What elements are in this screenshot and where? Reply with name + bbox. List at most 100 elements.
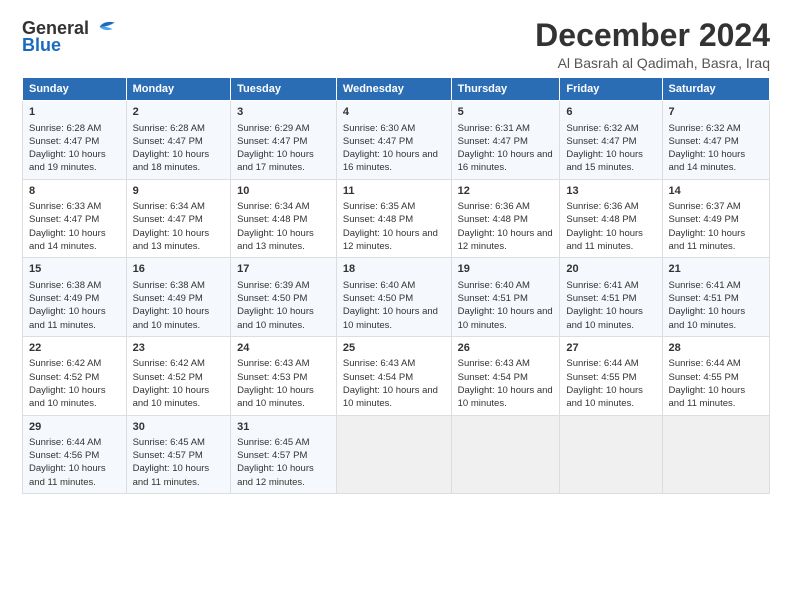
calendar-cell [560, 415, 662, 494]
sunrise-text: Sunrise: 6:42 AM [29, 358, 101, 369]
sunset-text: Sunset: 4:52 PM [133, 372, 203, 383]
sunrise-text: Sunrise: 6:34 AM [133, 201, 205, 212]
daylight-label: Daylight: 10 hours and 11 minutes. [669, 228, 746, 252]
sunrise-text: Sunrise: 6:28 AM [29, 123, 101, 134]
sunrise-text: Sunrise: 6:38 AM [29, 280, 101, 291]
logo: General Blue [22, 18, 117, 56]
sunset-text: Sunset: 4:49 PM [133, 293, 203, 304]
daylight-label: Daylight: 10 hours and 12 minutes. [343, 228, 438, 252]
calendar-table: SundayMondayTuesdayWednesdayThursdayFrid… [22, 77, 770, 494]
daylight-label: Daylight: 10 hours and 16 minutes. [458, 149, 553, 173]
calendar-cell: 6Sunrise: 6:32 AMSunset: 4:47 PMDaylight… [560, 101, 662, 180]
calendar-week-row: 15 Sunrise: 6:38 AM Sunset: 4:49 PM Dayligh… [23, 258, 770, 337]
sunset-text: Sunset: 4:47 PM [29, 214, 99, 225]
daylight-label: Daylight: 10 hours and 13 minutes. [133, 228, 210, 252]
sunrise-text: Sunrise: 6:30 AM [343, 123, 415, 134]
day-number: 12 [458, 184, 554, 199]
sunrise-text: Sunrise: 6:43 AM [458, 358, 530, 369]
calendar-cell: 16 Sunrise: 6:38 AM Sunset: 4:49 PM Dayligh… [126, 258, 231, 337]
sunrise-text: Sunrise: 6:44 AM [669, 358, 741, 369]
daylight-label: Daylight: 10 hours and 11 minutes. [133, 463, 210, 487]
sunset-text: Sunset: 4:52 PM [29, 372, 99, 383]
sunrise-text: Sunrise: 6:38 AM [133, 280, 205, 291]
day-number: 23 [133, 341, 225, 356]
sunset-text: Sunset: 4:47 PM [458, 136, 528, 147]
calendar-header-row: SundayMondayTuesdayWednesdayThursdayFrid… [23, 78, 770, 101]
day-number: 20 [566, 262, 655, 277]
sunrise-text: Sunrise: 6:33 AM [29, 201, 101, 212]
sunrise-text: Sunrise: 6:45 AM [237, 437, 309, 448]
day-number: 22 [29, 341, 120, 356]
daylight-label: Daylight: 10 hours and 11 minutes. [566, 228, 643, 252]
calendar-cell: 27Sunrise: 6:44 AMSunset: 4:55 PMDayligh… [560, 336, 662, 415]
daylight-label: Daylight: 10 hours and 17 minutes. [237, 149, 314, 173]
calendar-cell: 5Sunrise: 6:31 AMSunset: 4:47 PMDaylight… [451, 101, 560, 180]
calendar-week-row: 8Sunrise: 6:33 AMSunset: 4:47 PMDaylight… [23, 179, 770, 258]
calendar-cell: 13 Sunrise: 6:36 AM Sunset: 4:48 PM Dayligh… [560, 179, 662, 258]
sunrise-text: Sunrise: 6:29 AM [237, 123, 309, 134]
calendar-cell: 31Sunrise: 6:45 AMSunset: 4:57 PMDayligh… [231, 415, 337, 494]
day-number: 7 [669, 105, 764, 120]
calendar-cell [336, 415, 451, 494]
day-number: 27 [566, 341, 655, 356]
calendar-cell: 24Sunrise: 6:43 AMSunset: 4:53 PMDayligh… [231, 336, 337, 415]
sunrise-text: Sunrise: 6:31 AM [458, 123, 530, 134]
header-sunday: Sunday [23, 78, 127, 101]
sunrise-text: Sunrise: 6:40 AM [458, 280, 530, 291]
calendar-cell: 23Sunrise: 6:42 AMSunset: 4:52 PMDayligh… [126, 336, 231, 415]
page-header: General Blue December 2024 Al Basrah al … [22, 18, 770, 71]
daylight-label: Daylight: 10 hours and 16 minutes. [343, 149, 438, 173]
sunset-text: Sunset: 4:47 PM [669, 136, 739, 147]
sunrise-text: Sunrise: 6:36 AM [458, 201, 530, 212]
sunset-text: Sunset: 4:48 PM [458, 214, 528, 225]
daylight-label: Daylight: 10 hours and 10 minutes. [566, 306, 643, 330]
day-number: 17 [237, 262, 330, 277]
header-thursday: Thursday [451, 78, 560, 101]
sunrise-text: Sunrise: 6:43 AM [343, 358, 415, 369]
daylight-label: Daylight: 10 hours and 10 minutes. [133, 306, 210, 330]
calendar-cell: 19 Sunrise: 6:40 AM Sunset: 4:51 PM Dayligh… [451, 258, 560, 337]
sunrise-text: Sunrise: 6:34 AM [237, 201, 309, 212]
sunrise-text: Sunrise: 6:37 AM [669, 201, 741, 212]
calendar-week-row: 1Sunrise: 6:28 AMSunset: 4:47 PMDaylight… [23, 101, 770, 180]
sunrise-text: Sunrise: 6:44 AM [29, 437, 101, 448]
sunrise-text: Sunrise: 6:40 AM [343, 280, 415, 291]
day-number: 25 [343, 341, 445, 356]
sunset-text: Sunset: 4:51 PM [458, 293, 528, 304]
day-number: 9 [133, 184, 225, 199]
sunset-text: Sunset: 4:51 PM [669, 293, 739, 304]
logo-bird-icon [91, 18, 117, 36]
day-number: 19 [458, 262, 554, 277]
day-number: 16 [133, 262, 225, 277]
daylight-label: Daylight: 10 hours and 10 minutes. [566, 385, 643, 409]
day-number: 21 [669, 262, 764, 277]
sunset-text: Sunset: 4:54 PM [458, 372, 528, 383]
daylight-label: Daylight: 10 hours and 11 minutes. [29, 463, 106, 487]
sunrise-text: Sunrise: 6:35 AM [343, 201, 415, 212]
sunset-text: Sunset: 4:47 PM [237, 136, 307, 147]
sunset-text: Sunset: 4:53 PM [237, 372, 307, 383]
sunset-text: Sunset: 4:47 PM [133, 136, 203, 147]
sunrise-text: Sunrise: 6:36 AM [566, 201, 638, 212]
calendar-cell: 12Sunrise: 6:36 AMSunset: 4:48 PMDayligh… [451, 179, 560, 258]
day-number: 31 [237, 420, 330, 435]
calendar-cell [451, 415, 560, 494]
sunset-text: Sunset: 4:48 PM [566, 214, 636, 225]
day-number: 15 [29, 262, 120, 277]
calendar-cell: 22Sunrise: 6:42 AMSunset: 4:52 PMDayligh… [23, 336, 127, 415]
daylight-label: Daylight: 10 hours and 19 minutes. [29, 149, 106, 173]
daylight-label: Daylight: 10 hours and 10 minutes. [237, 385, 314, 409]
header-friday: Friday [560, 78, 662, 101]
calendar-cell: 14Sunrise: 6:37 AMSunset: 4:49 PMDayligh… [662, 179, 770, 258]
calendar-cell: 17Sunrise: 6:39 AMSunset: 4:50 PMDayligh… [231, 258, 337, 337]
sunset-text: Sunset: 4:49 PM [669, 214, 739, 225]
page-title: December 2024 [535, 18, 770, 53]
daylight-label: Daylight: 10 hours and 10 minutes. [458, 306, 553, 330]
day-number: 3 [237, 105, 330, 120]
day-number: 4 [343, 105, 445, 120]
day-number: 24 [237, 341, 330, 356]
sunset-text: Sunset: 4:56 PM [29, 450, 99, 461]
calendar-cell: 28Sunrise: 6:44 AMSunset: 4:55 PMDayligh… [662, 336, 770, 415]
day-number: 13 [566, 184, 655, 199]
calendar-cell: 2Sunrise: 6:28 AMSunset: 4:47 PMDaylight… [126, 101, 231, 180]
